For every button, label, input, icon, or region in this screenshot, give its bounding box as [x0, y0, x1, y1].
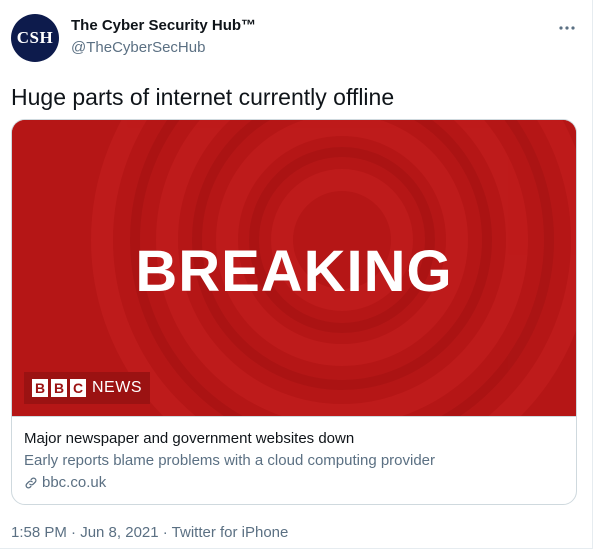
link-card[interactable]: BREAKING B B C NEWS Major newspaper and …: [11, 119, 577, 505]
card-domain: bbc.co.uk: [24, 474, 106, 491]
card-description: Early reports blame problems with a clou…: [24, 452, 436, 469]
card-info: Major newspaper and government websites …: [12, 416, 576, 504]
bbc-logo-letter: C: [70, 379, 86, 397]
tweet-text: Huge parts of internet currently offline: [11, 84, 395, 110]
avatar[interactable]: CSH: [11, 14, 59, 62]
author-name[interactable]: The Cyber Security Hub™: [71, 17, 256, 34]
bbc-logo-word: NEWS: [92, 379, 142, 396]
bbc-news-logo: B B C NEWS: [24, 372, 150, 404]
card-image: BREAKING B B C NEWS: [12, 120, 576, 416]
bbc-logo-letter: B: [51, 379, 67, 397]
tweet-container: CSH The Cyber Security Hub™ @TheCyberSec…: [0, 0, 593, 549]
link-icon: [25, 477, 37, 488]
breaking-headline: BREAKING: [135, 239, 453, 304]
author-handle[interactable]: @TheCyberSecHub: [71, 39, 205, 56]
card-domain-text: bbc.co.uk: [42, 474, 107, 491]
bbc-logo-letter: B: [32, 379, 48, 397]
more-options-button[interactable]: [557, 18, 577, 38]
avatar-text: CSH: [16, 28, 54, 47]
tweet-timestamp[interactable]: 1:58 PM · Jun 8, 2021 · Twitter for iPho…: [11, 524, 288, 541]
more-horizontal-icon: [559, 26, 575, 30]
card-title: Major newspaper and government websites …: [24, 430, 355, 447]
